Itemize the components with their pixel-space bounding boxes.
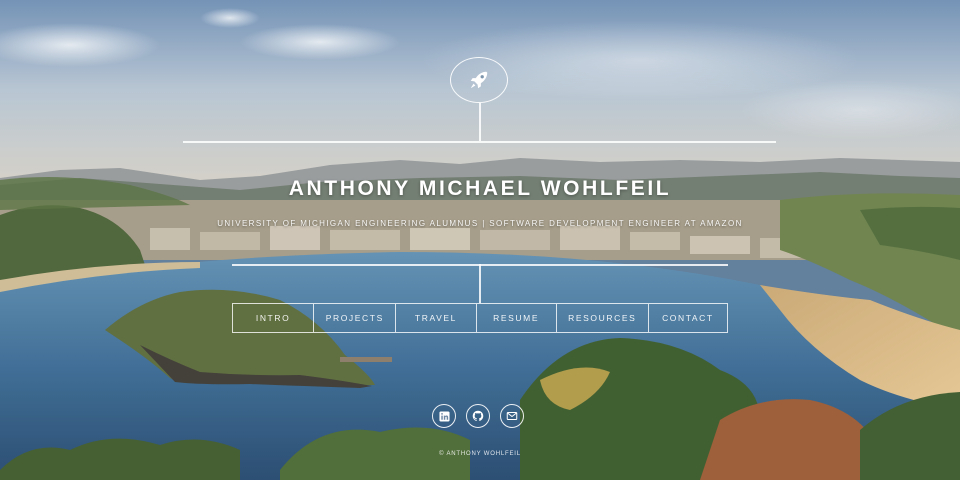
nav-item-resources[interactable]: RESOURCES (557, 304, 649, 332)
top-divider-line (183, 141, 776, 143)
github-icon (472, 410, 484, 421)
logo[interactable] (450, 57, 508, 103)
nav-connector-line (479, 264, 481, 303)
linkedin-icon (438, 410, 450, 422)
nav-item-contact[interactable]: CONTACT (649, 304, 727, 332)
mail-icon (506, 412, 518, 420)
page-subtitle: UNIVERSITY OF MICHIGAN ENGINEERING ALUMN… (217, 219, 743, 228)
copyright-footer: © ANTHONY WOHLFEIL (439, 451, 521, 457)
social-links (432, 404, 524, 428)
nav-item-resume[interactable]: RESUME (477, 304, 557, 332)
mail-link[interactable] (500, 404, 524, 428)
logo-connector-line (479, 103, 481, 141)
linkedin-link[interactable] (432, 404, 456, 428)
nav-item-intro[interactable]: INTRO (233, 304, 315, 332)
github-link[interactable] (466, 404, 490, 428)
nav-item-projects[interactable]: PROJECTS (314, 304, 397, 332)
landing-page: ANTHONY MICHAEL WOHLFEIL UNIVERSITY OF M… (0, 0, 960, 480)
nav-item-travel[interactable]: TRAVEL (396, 304, 477, 332)
rocket-icon (470, 71, 488, 89)
page-title: ANTHONY MICHAEL WOHLFEIL (288, 177, 672, 200)
main-nav: INTRO PROJECTS TRAVEL RESUME RESOURCES C… (232, 303, 728, 333)
